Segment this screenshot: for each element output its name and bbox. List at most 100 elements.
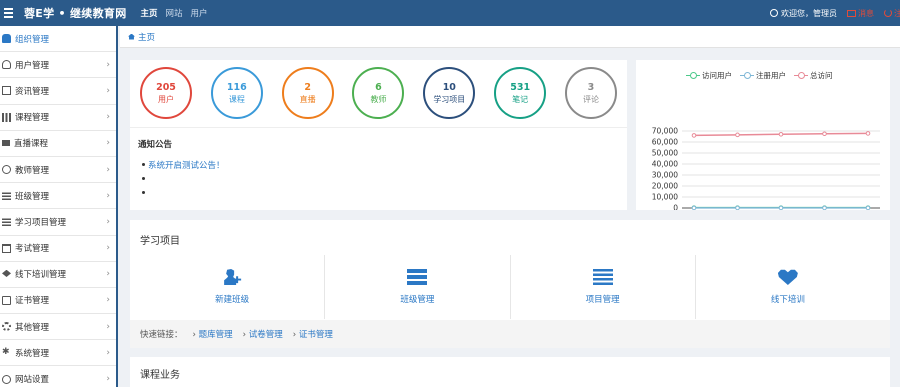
sidebar-item-courses[interactable]: 课程管理 › — [0, 105, 116, 131]
user-circle-icon — [770, 9, 778, 17]
notice-board: 通知公告 系统开启测试公告！ — [130, 128, 627, 211]
line-chart: 0 10,000 20,000 30,000 40,000 50,000 60,000 70,… — [652, 127, 880, 211]
tile-new-class[interactable]: 新建班级 — [140, 255, 326, 319]
sidebar-item-org[interactable]: 组织管理 — [0, 26, 116, 53]
sidebar-item-users[interactable]: 用户管理 › — [0, 52, 116, 79]
chevron-right-icon: › — [106, 138, 110, 149]
y-tick-label: 60,000 — [652, 138, 678, 147]
sidebar: 组织管理 用户管理 › 资讯管理 › 课程管理 › 直播课程 › 教师管理 › 班级管理 ›… — [0, 26, 118, 387]
y-tick-label: 20,000 — [652, 182, 678, 191]
quick-link-certificates[interactable]: 证书管理 — [293, 328, 333, 340]
stat-projects[interactable]: 10 学习项目 — [423, 67, 476, 119]
stat-label: 学习项目 — [433, 94, 466, 104]
y-tick-label: 10,000 — [652, 193, 678, 202]
sidebar-item-live[interactable]: 直播课程 › — [0, 131, 116, 157]
heart-icon — [777, 269, 798, 285]
stat-number: 6 — [375, 81, 382, 93]
tile-offline-training[interactable]: 线下培训 — [696, 255, 880, 319]
sidebar-item-label: 直播课程 — [14, 139, 49, 150]
sidebar-item-site[interactable]: 网站设置 › — [0, 366, 116, 387]
stat-users[interactable]: 205 用户 — [140, 67, 192, 119]
notice-item[interactable]: 系统开启测试公告！ — [142, 159, 619, 173]
y-tick-label: 40,000 — [652, 160, 678, 169]
sidebar-item-label: 用户管理 — [15, 60, 50, 71]
logout-label: 注销 — [894, 8, 900, 18]
nav-users[interactable]: 用户 — [191, 7, 208, 19]
stat-teachers[interactable]: 6 教师 — [352, 67, 405, 119]
mail-icon — [847, 9, 856, 17]
sidebar-item-teachers[interactable]: 教师管理 › — [0, 157, 116, 184]
chevron-right-icon: › — [106, 374, 110, 385]
chevron-right-icon: › — [106, 321, 110, 332]
stat-number: 3 — [587, 81, 595, 93]
home-icon — [128, 33, 135, 40]
sidebar-item-news[interactable]: 资讯管理 › — [0, 78, 116, 105]
chevron-right-icon: › — [106, 243, 110, 254]
power-icon — [884, 9, 892, 17]
sidebar-item-label: 其他管理 — [15, 322, 50, 333]
section-title: 学习项目 — [140, 236, 180, 247]
data-point — [822, 205, 827, 210]
graduation-cap-icon — [2, 269, 11, 277]
welcome-label: 欢迎您，管理员 — [781, 8, 837, 18]
stat-comments[interactable]: 3 评论 — [564, 67, 617, 119]
sidebar-item-label: 系统管理 — [15, 348, 50, 359]
stat-number: 2 — [304, 81, 311, 93]
stat-label: 笔记 — [512, 94, 529, 104]
nav-website[interactable]: 网站 — [166, 7, 183, 19]
grid-icon — [2, 112, 11, 122]
course-business-panel: 课程业务 — [130, 357, 890, 387]
data-point — [735, 132, 740, 138]
breadcrumb-home[interactable]: 主页 — [138, 31, 155, 43]
breadcrumb: 主页 — [120, 26, 900, 48]
data-point — [778, 205, 784, 210]
data-point — [778, 132, 784, 137]
data-point — [865, 205, 871, 210]
sidebar-item-offline[interactable]: 线下培训管理 › — [0, 262, 116, 288]
welcome-text: 欢迎您，管理员 — [770, 8, 837, 19]
star-icon: ✱ — [2, 347, 10, 358]
sidebar-item-label: 资讯管理 — [15, 86, 50, 97]
sidebar-item-projects[interactable]: 学习项目管理 › — [0, 209, 116, 236]
tile-project-management[interactable]: 项目管理 — [511, 255, 696, 319]
section-title: 课程业务 — [140, 370, 180, 381]
sidebar-item-label: 证书管理 — [15, 296, 50, 307]
brand-title: 蓉E学 • 继续教育网 — [24, 7, 127, 20]
stat-courses[interactable]: 116 课程 — [210, 67, 263, 119]
menu-toggle-icon[interactable] — [4, 8, 22, 18]
stat-label: 课程 — [228, 94, 245, 104]
list-icon — [592, 269, 613, 285]
learning-projects-panel: 学习项目 新建班级 班级管理 项目管理 线下培训 快速链接： 题库管理 试卷管理… — [130, 220, 890, 348]
gear-icon — [2, 322, 11, 332]
tile-label: 项目管理 — [585, 295, 620, 305]
sidebar-item-classes[interactable]: 班级管理 › — [0, 183, 116, 210]
sidebar-item-label: 班级管理 — [15, 191, 50, 202]
quick-link-question-bank[interactable]: 题库管理 — [193, 328, 233, 340]
stat-live[interactable]: 2 直播 — [281, 67, 334, 119]
tile-class-management[interactable]: 班级管理 — [325, 255, 511, 319]
data-point — [822, 131, 827, 137]
data-point — [735, 205, 740, 210]
sidebar-item-system[interactable]: ✱ 系统管理 › — [0, 340, 116, 367]
sidebar-item-exams[interactable]: 考试管理 › — [0, 236, 116, 262]
quick-link-papers[interactable]: 试卷管理 — [243, 328, 283, 340]
sidebar-item-label: 线下培训管理 — [15, 270, 67, 281]
stat-notes[interactable]: 531 笔记 — [494, 67, 547, 119]
sidebar-item-label: 教师管理 — [15, 165, 50, 176]
top-right-area: 欢迎您，管理员 消息 注销 — [770, 0, 900, 26]
stats-panel: 205 用户 116 课程 2 直播 6 教师 10 学习项目 531 笔记 3 评论 通知公… — [130, 60, 627, 210]
sidebar-item-certs[interactable]: 证书管理 › — [0, 288, 116, 315]
certificate-icon — [2, 295, 11, 305]
logout-link[interactable]: 注销 — [884, 8, 900, 19]
notice-item — [142, 173, 619, 187]
nav-home[interactable]: 主页 — [141, 7, 158, 19]
sidebar-item-label: 学习项目管理 — [15, 217, 67, 228]
sidebar-item-other[interactable]: 其他管理 › — [0, 314, 116, 341]
tile-label: 线下培训 — [770, 295, 805, 305]
messages-link[interactable]: 消息 — [847, 8, 874, 19]
top-nav: 主页 网站 用户 — [141, 7, 208, 19]
y-tick-label: 0 — [673, 204, 678, 211]
user-icon — [2, 60, 11, 70]
visits-chart-panel: 访问用户 注册用户 总访问 0 10,000 20,000 30,000 40,000 5… — [636, 60, 890, 210]
stats-circles: 205 用户 116 课程 2 直播 6 教师 10 学习项目 531 笔记 3 评论 — [130, 60, 627, 128]
